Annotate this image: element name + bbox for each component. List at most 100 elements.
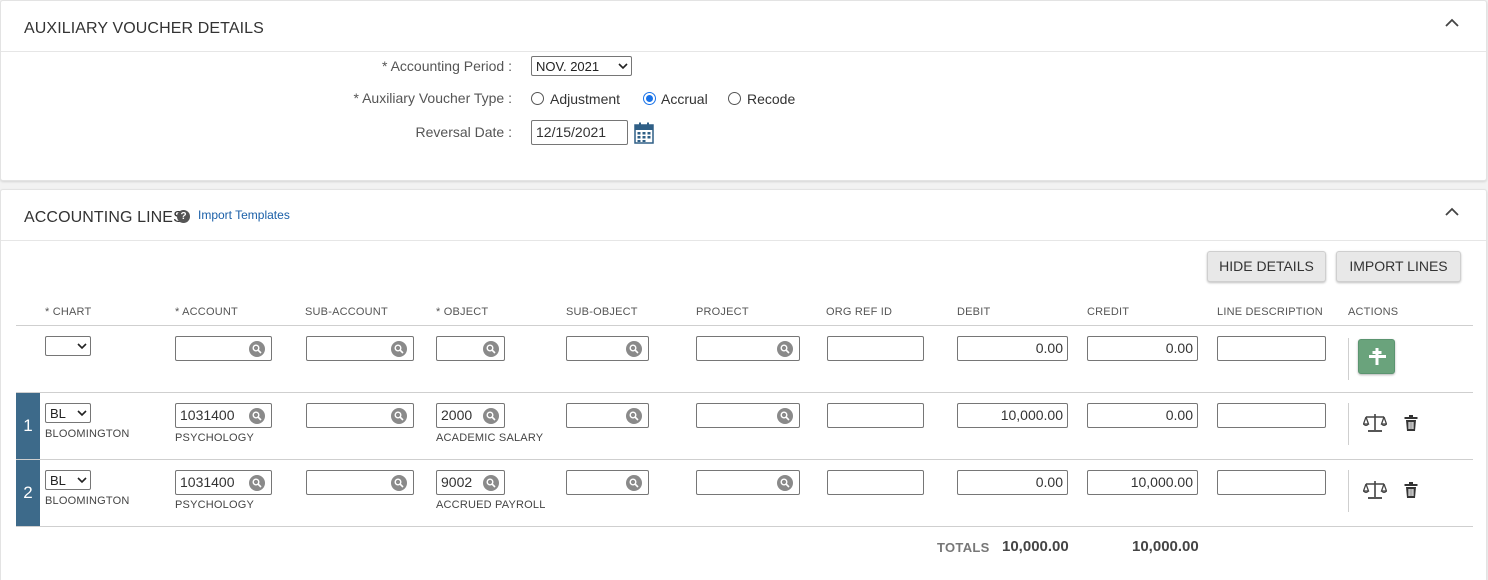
radio-adjustment-label[interactable]: Adjustment [550, 91, 620, 107]
voucher-type-label: * Auxiliary Voucher Type : [353, 90, 513, 106]
radio-recode[interactable] [728, 92, 741, 105]
object-input[interactable]: 9002 [436, 470, 505, 495]
sub-account-input[interactable] [306, 470, 414, 495]
org-ref-id-input[interactable] [827, 403, 924, 428]
credit-input[interactable]: 10,000.00 [1087, 470, 1198, 495]
object-value: 2000 [441, 407, 473, 423]
divider [16, 526, 1473, 527]
object-input[interactable]: 2000 [436, 403, 505, 428]
account-name: PSYCHOLOGY [175, 499, 255, 511]
chart-value: BL [50, 406, 66, 421]
sub-object-input[interactable] [566, 403, 649, 428]
col-header-project: PROJECT [696, 306, 749, 318]
accounting-period-value: NOV. 2021 [536, 59, 600, 74]
account-input[interactable]: 1031400 [175, 403, 272, 428]
debit-input[interactable]: 10,000.00 [957, 403, 1068, 428]
divider [1348, 338, 1349, 380]
help-icon[interactable]: ? [177, 210, 190, 223]
chart-value: BL [50, 473, 66, 488]
new-org-ref-id-input[interactable] [827, 336, 924, 361]
hide-details-button[interactable]: HIDE DETAILS [1207, 251, 1326, 282]
search-icon[interactable] [626, 341, 642, 357]
chart-select[interactable]: BL [45, 470, 91, 490]
trash-icon[interactable] [1404, 482, 1418, 498]
balance-scale-icon[interactable] [1363, 480, 1387, 500]
import-lines-button[interactable]: IMPORT LINES [1336, 251, 1461, 282]
search-icon[interactable] [626, 475, 642, 491]
balance-scale-icon[interactable] [1363, 413, 1387, 433]
accounting-lines-panel: ACCOUNTING LINES ? Import Templates HIDE… [0, 189, 1487, 580]
new-sub-account-input[interactable] [306, 336, 414, 361]
project-input[interactable] [696, 470, 800, 495]
object-name: ACCRUED PAYROLL [436, 499, 546, 511]
voucher-panel-header: AUXILIARY VOUCHER DETAILS [1, 1, 1486, 52]
reversal-date-input[interactable]: 12/15/2021 [531, 120, 628, 145]
col-header-credit: CREDIT [1087, 306, 1130, 318]
new-line-description-input[interactable] [1217, 336, 1326, 361]
divider [16, 459, 1473, 460]
sub-account-input[interactable] [306, 403, 414, 428]
total-debit: 10,000.00 [1002, 538, 1069, 555]
radio-adjustment[interactable] [531, 92, 544, 105]
project-input[interactable] [696, 403, 800, 428]
import-templates-link[interactable]: Import Templates [198, 208, 290, 222]
accounting-period-label: * Accounting Period : [382, 58, 512, 74]
object-value: 9002 [441, 474, 473, 490]
new-project-input[interactable] [696, 336, 800, 361]
auxiliary-voucher-details-panel: AUXILIARY VOUCHER DETAILS * Accounting P… [0, 0, 1487, 181]
search-icon[interactable] [249, 341, 265, 357]
new-object-input[interactable] [436, 336, 505, 361]
account-name: PSYCHOLOGY [175, 432, 255, 444]
sub-object-input[interactable] [566, 470, 649, 495]
search-icon[interactable] [483, 341, 499, 357]
search-icon[interactable] [391, 408, 407, 424]
search-icon[interactable] [249, 475, 265, 491]
new-chart-select[interactable] [45, 336, 91, 356]
lines-panel-header: ACCOUNTING LINES ? Import Templates [1, 190, 1486, 241]
chevron-down-icon [77, 410, 87, 417]
plus-icon [1369, 348, 1386, 365]
search-icon[interactable] [391, 475, 407, 491]
total-credit: 10,000.00 [1132, 538, 1199, 555]
col-header-chart: * CHART [45, 306, 92, 318]
line-description-input[interactable] [1217, 403, 1326, 428]
search-icon[interactable] [777, 341, 793, 357]
new-debit-input[interactable]: 0.00 [957, 336, 1068, 361]
accounting-period-select[interactable]: NOV. 2021 [531, 56, 632, 76]
debit-input[interactable]: 0.00 [957, 470, 1068, 495]
radio-accrual[interactable] [643, 92, 656, 105]
search-icon[interactable] [483, 475, 499, 491]
account-value: 1031400 [180, 407, 235, 423]
chart-name: BLOOMINGTON [45, 428, 130, 440]
search-icon[interactable] [483, 408, 499, 424]
col-header-sub-object: SUB-OBJECT [566, 306, 638, 318]
radio-accrual-label[interactable]: Accrual [661, 91, 708, 107]
chevron-up-icon[interactable] [1444, 15, 1460, 31]
new-sub-object-input[interactable] [566, 336, 649, 361]
chevron-down-icon [77, 343, 87, 350]
divider [1348, 403, 1349, 445]
search-icon[interactable] [626, 408, 642, 424]
col-header-object: * OBJECT [436, 306, 489, 318]
account-input[interactable]: 1031400 [175, 470, 272, 495]
credit-input[interactable]: 0.00 [1087, 403, 1198, 428]
chevron-down-icon [77, 477, 87, 484]
line-description-input[interactable] [1217, 470, 1326, 495]
org-ref-id-input[interactable] [827, 470, 924, 495]
voucher-panel-title: AUXILIARY VOUCHER DETAILS [24, 20, 264, 37]
new-account-input[interactable] [175, 336, 272, 361]
search-icon[interactable] [777, 408, 793, 424]
col-header-debit: DEBIT [957, 306, 991, 318]
search-icon[interactable] [391, 341, 407, 357]
search-icon[interactable] [249, 408, 265, 424]
add-line-button[interactable] [1358, 339, 1395, 374]
chart-select[interactable]: BL [45, 403, 91, 423]
search-icon[interactable] [777, 475, 793, 491]
chevron-up-icon[interactable] [1444, 204, 1460, 220]
line-number: 1 [16, 393, 40, 459]
trash-icon[interactable] [1404, 415, 1418, 431]
new-credit-input[interactable]: 0.00 [1087, 336, 1198, 361]
calendar-icon[interactable] [634, 122, 654, 144]
col-header-actions: ACTIONS [1348, 306, 1399, 318]
radio-recode-label[interactable]: Recode [747, 91, 795, 107]
